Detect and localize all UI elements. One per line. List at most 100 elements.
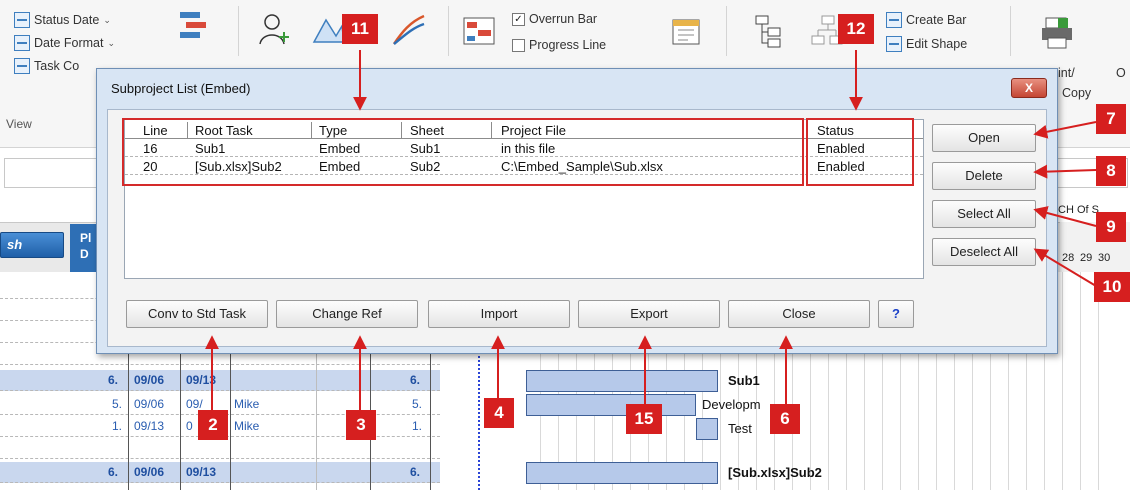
cell-root-task: [Sub.xlsx]Sub2 <box>195 159 282 174</box>
col-header-type[interactable]: Type <box>319 123 347 138</box>
list-item[interactable]: 16 Sub1 Embed Sub1 in this file Enabled <box>125 140 923 157</box>
import-button[interactable]: Import <box>428 300 570 328</box>
overrun-bar-checkbox[interactable]: ✓ Overrun Bar <box>512 12 597 26</box>
edit-shape-label: Edit Shape <box>906 37 968 51</box>
status-date-button[interactable]: Status Date ⌄ <box>14 12 111 28</box>
help-button[interactable]: ? <box>878 300 914 328</box>
col-header-root-task[interactable]: Root Task <box>195 123 253 138</box>
cell-project-file: C:\Embed_Sample\Sub.xlsx <box>501 159 663 174</box>
date-format-label: Date Format <box>34 36 104 50</box>
outline-tree-icon[interactable] <box>752 14 786 48</box>
cell-line: 16 <box>143 141 158 156</box>
print-copy-label-a: int/ <box>1058 66 1075 80</box>
row-num: 6. <box>108 465 119 479</box>
checkbox-checked-icon: ✓ <box>512 12 525 26</box>
table-row[interactable] <box>0 438 440 459</box>
close-icon: X <box>1024 81 1033 95</box>
dialog-title: Subproject List (Embed) <box>111 81 251 96</box>
chevron-down-icon: ⌄ <box>103 14 111 25</box>
table-row-summary[interactable]: 6. 09/06 09/13 6. <box>0 462 440 483</box>
open-button[interactable]: Open <box>932 124 1036 152</box>
gantt-bar-sub1[interactable] <box>526 370 718 392</box>
col-header-line[interactable]: Line <box>143 123 168 138</box>
reorder-tasks-icon[interactable] <box>176 10 210 44</box>
print-icon[interactable] <box>1040 16 1074 50</box>
callout-7: 7 <box>1096 104 1126 134</box>
task-co-label: Task Co <box>34 59 80 73</box>
o-label: O <box>1116 66 1126 80</box>
print-copy-label-b: Copy <box>1062 86 1092 100</box>
task-co-button[interactable]: Task Co <box>14 58 79 74</box>
cell-sheet: Sub2 <box>410 159 441 174</box>
gantt-bar-sub2[interactable] <box>526 462 718 484</box>
status-date-label: Status Date <box>34 13 100 27</box>
select-all-button[interactable]: Select All <box>932 200 1036 228</box>
callout-11: 11 <box>342 14 378 44</box>
row-start: 09/06 <box>134 373 165 387</box>
progress-curve-icon[interactable] <box>392 12 426 46</box>
cell-root-task: Sub1 <box>195 141 226 156</box>
add-resource-icon[interactable] <box>258 12 292 46</box>
cell-sheet: Sub1 <box>410 141 441 156</box>
task-co-icon <box>14 58 30 74</box>
callout-12: 12 <box>838 14 874 44</box>
gantt-bar-develop[interactable] <box>526 394 696 416</box>
callout-8: 8 <box>1096 156 1126 186</box>
gantt-bar-test[interactable] <box>696 418 718 440</box>
col-header-status[interactable]: Status <box>817 123 854 138</box>
deselect-all-button[interactable]: Deselect All <box>932 238 1036 266</box>
cell-status: Enabled <box>817 141 865 156</box>
progress-line-label: Progress Line <box>529 38 607 52</box>
table-row-summary[interactable]: 6. 09/06 09/13 6. <box>0 370 440 391</box>
cell-type: Embed <box>319 159 361 174</box>
dialog-close-button[interactable]: X <box>1011 78 1047 98</box>
progress-line-checkbox[interactable]: Progress Line <box>512 38 606 52</box>
dialog-body: Line Root Task Type Sheet Project File S… <box>107 109 1047 347</box>
row-start: 09/13 <box>134 419 165 433</box>
push-button[interactable]: sh <box>0 232 64 258</box>
subproject-listbox[interactable]: Line Root Task Type Sheet Project File S… <box>124 119 924 279</box>
create-bar-icon <box>886 12 902 28</box>
cell-project-file: in this file <box>501 141 556 156</box>
col-header-project-file[interactable]: Project File <box>501 123 566 138</box>
row-num: 5. <box>112 397 123 411</box>
callout-3: 3 <box>346 410 376 440</box>
date-format-button[interactable]: Date Format ⌄ <box>14 35 115 51</box>
subproject-list-dialog: Subproject List (Embed) X Line Root Task… <box>96 68 1058 354</box>
cell-line: 20 <box>143 159 158 174</box>
bar-color-icon[interactable] <box>462 14 496 48</box>
cell-status: Enabled <box>817 159 865 174</box>
row-dur: 6. <box>410 373 421 387</box>
callout-15: 15 <box>626 404 662 434</box>
gantt-label-test: Test <box>728 421 752 436</box>
delete-button[interactable]: Delete <box>932 162 1036 190</box>
callout-6: 6 <box>770 404 800 434</box>
gantt-label-sub1: Sub1 <box>728 373 760 388</box>
callout-4: 4 <box>484 398 514 428</box>
edit-shape-button[interactable]: Edit Shape <box>886 36 967 52</box>
create-bar-button[interactable]: Create Bar <box>886 12 966 28</box>
row-end: 09/13 <box>186 465 217 479</box>
list-item[interactable]: 20 [Sub.xlsx]Sub2 Embed Sub2 C:\Embed_Sa… <box>125 158 923 175</box>
change-ref-button[interactable]: Change Ref <box>276 300 418 328</box>
calendar-icon[interactable] <box>670 14 704 48</box>
row-assignee: Mike <box>234 419 260 433</box>
checkbox-unchecked-icon <box>512 38 525 52</box>
export-button[interactable]: Export <box>578 300 720 328</box>
row-end: 0 <box>186 419 193 433</box>
row-dur: 1. <box>412 419 423 433</box>
date-header-top: CH Of S <box>1058 204 1099 216</box>
row-dur: 5. <box>412 397 423 411</box>
row-end: 09/13 <box>186 373 217 387</box>
milestone-shape-icon[interactable] <box>312 12 346 46</box>
status-date-icon <box>14 12 30 28</box>
gantt-label-sub2: [Sub.xlsx]Sub2 <box>728 465 822 480</box>
conv-to-std-task-button[interactable]: Conv to Std Task <box>126 300 268 328</box>
close-button[interactable]: Close <box>728 300 870 328</box>
overrun-bar-label: Overrun Bar <box>529 12 598 26</box>
row-end: 09/ <box>186 397 203 411</box>
callout-2: 2 <box>198 410 228 440</box>
col-header-sheet[interactable]: Sheet <box>410 123 444 138</box>
cell-type: Embed <box>319 141 361 156</box>
date-day-28: 28 <box>1062 252 1075 264</box>
